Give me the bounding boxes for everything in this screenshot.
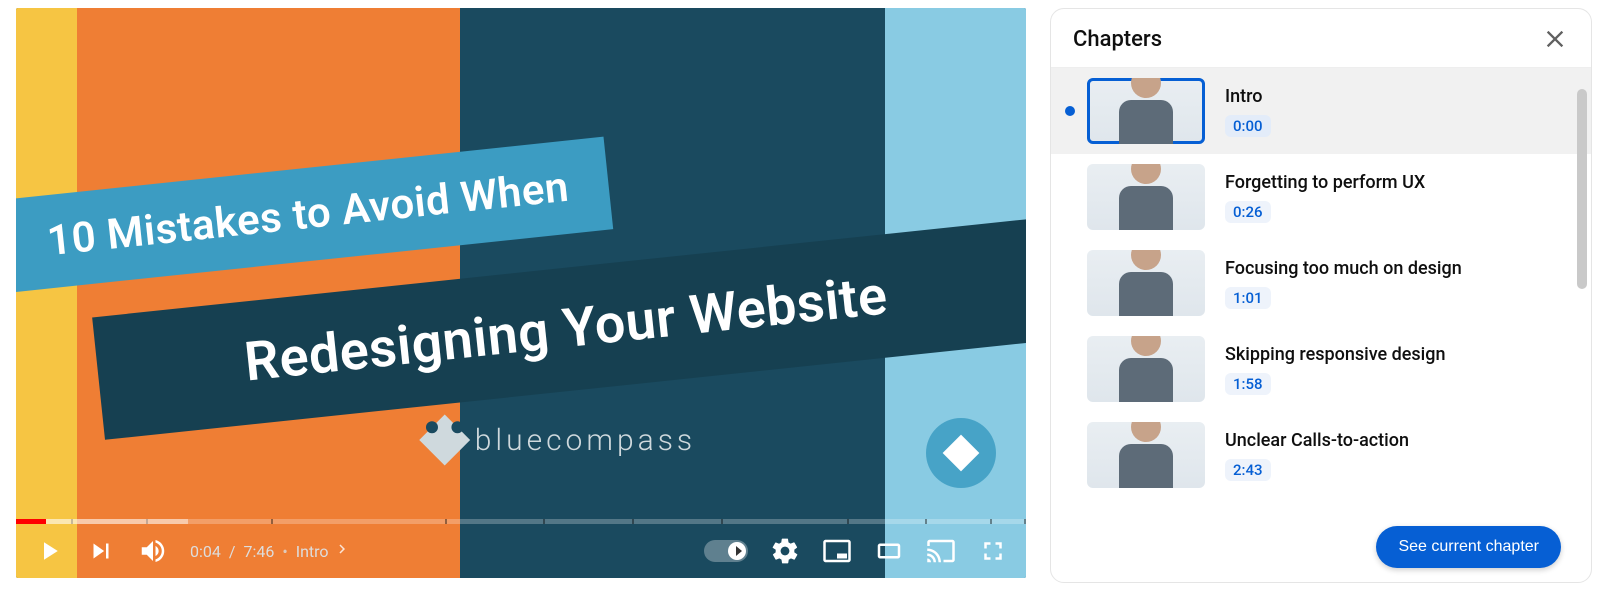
autoplay-toggle[interactable] xyxy=(704,540,748,562)
chapter-title: Unclear Calls-to-action xyxy=(1225,430,1409,451)
panel-title: Chapters xyxy=(1073,27,1162,52)
chapter-item[interactable]: Skipping responsive design 1:58 xyxy=(1051,326,1591,412)
chevron-right-icon xyxy=(333,540,351,562)
chapter-timestamp[interactable]: 2:43 xyxy=(1225,459,1271,481)
chapter-title: Forgetting to perform UX xyxy=(1225,172,1425,193)
panel-header: Chapters xyxy=(1051,9,1591,67)
chapter-item[interactable]: Unclear Calls-to-action 2:43 xyxy=(1051,412,1591,498)
volume-button[interactable] xyxy=(138,536,168,566)
channel-badge[interactable] xyxy=(926,418,996,488)
brand-text: bluecompass xyxy=(475,423,696,458)
brand-watermark: bluecompass xyxy=(427,422,696,458)
close-button[interactable] xyxy=(1541,25,1569,53)
current-time: 0:04 xyxy=(190,542,221,561)
chapter-thumbnail xyxy=(1087,250,1205,316)
time-display: 0:04 / 7:46 • Intro xyxy=(190,540,351,562)
chapter-timestamp[interactable]: 1:01 xyxy=(1225,287,1271,309)
video-player[interactable]: 10 Mistakes to Avoid When Redesigning Yo… xyxy=(16,8,1026,578)
chapter-timestamp[interactable]: 0:26 xyxy=(1225,201,1271,223)
scrollbar-thumb[interactable] xyxy=(1577,89,1587,289)
see-current-chapter-button[interactable]: See current chapter xyxy=(1376,526,1561,568)
next-button[interactable] xyxy=(86,536,116,566)
theater-button[interactable] xyxy=(874,536,904,566)
miniplayer-button[interactable] xyxy=(822,536,852,566)
chapter-item[interactable]: Focusing too much on design 1:01 xyxy=(1051,240,1591,326)
chapter-title: Intro xyxy=(1225,86,1271,107)
chapters-panel: Chapters Intro 0:00 Forgetting to perform … xyxy=(1050,8,1592,583)
brand-icon xyxy=(419,415,470,466)
current-chapter-link[interactable]: Intro xyxy=(296,540,351,562)
chapter-thumbnail xyxy=(1087,164,1205,230)
chapter-timestamp[interactable]: 0:00 xyxy=(1225,115,1271,137)
play-button[interactable] xyxy=(34,536,64,566)
time-separator: / xyxy=(229,542,236,561)
chapter-thumbnail xyxy=(1087,336,1205,402)
chapter-thumbnail xyxy=(1087,422,1205,488)
fullscreen-button[interactable] xyxy=(978,536,1008,566)
player-controls: 0:04 / 7:46 • Intro xyxy=(16,524,1026,578)
settings-button[interactable] xyxy=(770,536,800,566)
chapter-title: Skipping responsive design xyxy=(1225,344,1445,365)
chapter-timestamp[interactable]: 1:58 xyxy=(1225,373,1271,395)
chapter-item[interactable]: Forgetting to perform UX 0:26 xyxy=(1051,154,1591,240)
chapter-thumbnail xyxy=(1087,78,1205,144)
cast-button[interactable] xyxy=(926,536,956,566)
chapter-item[interactable]: Intro 0:00 xyxy=(1051,68,1591,154)
chapter-list[interactable]: Intro 0:00 Forgetting to perform UX 0:26 Foc… xyxy=(1051,67,1591,582)
duration: 7:46 xyxy=(243,542,274,561)
current-chapter-label: Intro xyxy=(296,542,329,561)
chapter-title: Focusing too much on design xyxy=(1225,258,1462,279)
chapter-dot: • xyxy=(282,542,287,561)
